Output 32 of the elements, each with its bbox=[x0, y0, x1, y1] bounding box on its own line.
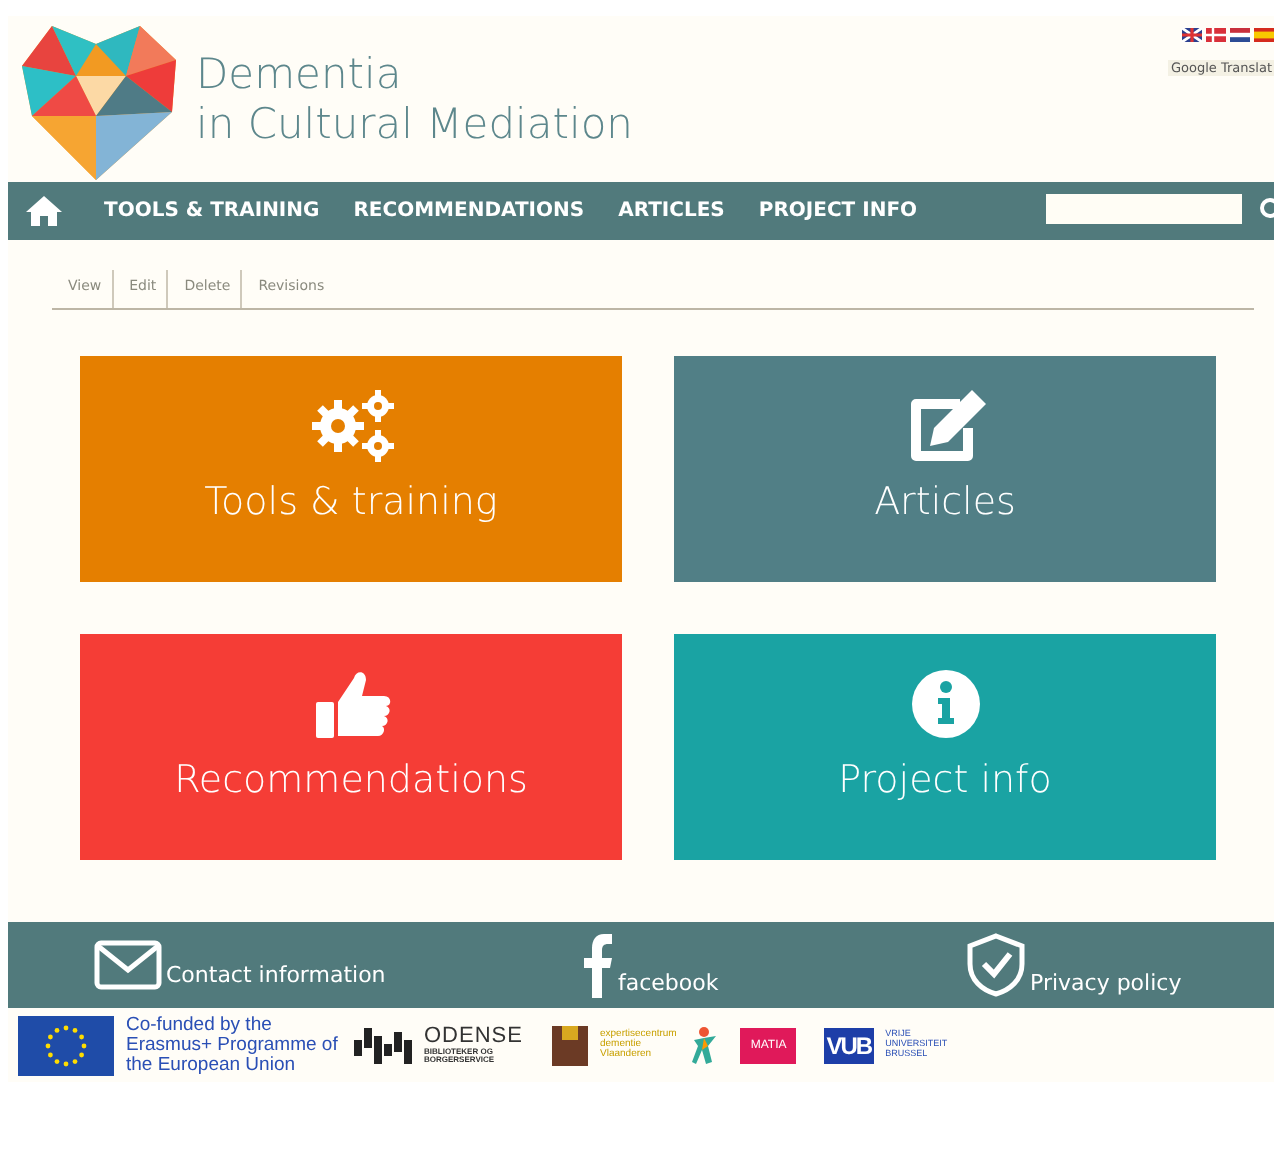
denmark-flag-icon[interactable] bbox=[1206, 28, 1226, 42]
nav-link[interactable]: ARTICLES bbox=[618, 200, 725, 222]
footer-link[interactable]: Privacy policy bbox=[966, 932, 1266, 998]
uk-flag-icon[interactable] bbox=[1182, 28, 1202, 42]
category-tile[interactable]: Tools & training bbox=[80, 356, 622, 582]
home-icon[interactable] bbox=[24, 194, 64, 228]
footer-link[interactable]: facebook bbox=[580, 933, 966, 997]
footer-link[interactable]: Contact information bbox=[94, 940, 580, 990]
university-logo: VUB bbox=[824, 1027, 874, 1063]
shield-check-icon bbox=[966, 932, 1026, 998]
nav-link[interactable]: PROJECT INFO bbox=[758, 200, 918, 222]
library-logo-icon bbox=[354, 1027, 412, 1063]
site-subtitle[interactable]: in Cultural Mediation bbox=[196, 99, 633, 149]
nav-link[interactable]: RECOMMENDATIONS bbox=[353, 200, 585, 222]
info-icon bbox=[911, 670, 979, 738]
category-tile[interactable]: Recommendations bbox=[80, 634, 622, 860]
site-title[interactable]: Dementia bbox=[196, 49, 633, 99]
thumbs-up-icon bbox=[315, 672, 390, 738]
edit-icon bbox=[910, 390, 985, 461]
library-logo-name: ODENSE bbox=[424, 1026, 525, 1048]
netherlands-flag-icon[interactable] bbox=[1230, 28, 1250, 42]
figure-logo-icon bbox=[688, 1025, 721, 1065]
search-field[interactable] bbox=[1046, 194, 1242, 224]
gears-icon bbox=[309, 388, 393, 464]
category-tile[interactable]: Articles bbox=[674, 356, 1216, 582]
box-logo-icon bbox=[552, 1025, 588, 1065]
nav-link[interactable]: TOOLS & TRAINING bbox=[104, 200, 320, 222]
envelope-icon bbox=[94, 940, 162, 990]
erasmus-funding-text: Co-funded by the Erasmus+ Programme of the European Union bbox=[126, 1015, 340, 1075]
facebook-icon bbox=[580, 933, 614, 997]
eu-flag-icon bbox=[18, 1015, 114, 1075]
category-tile[interactable]: Project info bbox=[674, 634, 1216, 860]
